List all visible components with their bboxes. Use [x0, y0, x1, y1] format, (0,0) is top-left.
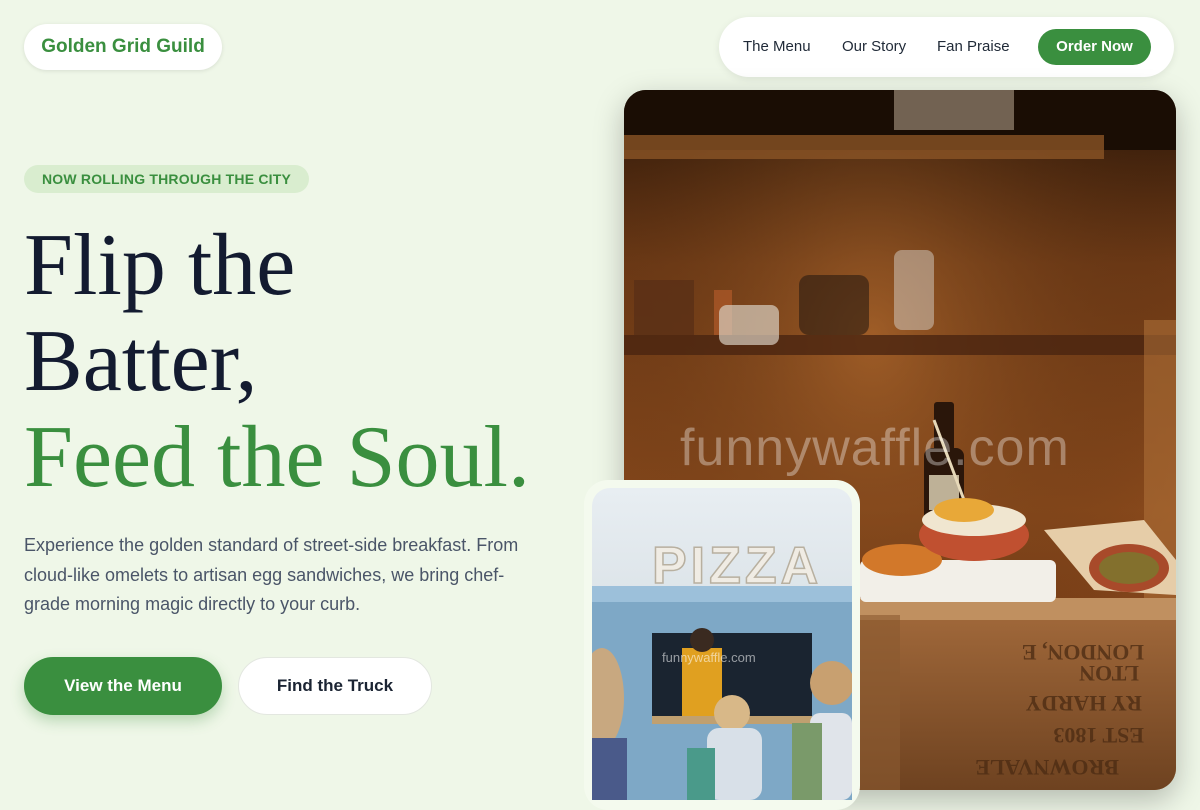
status-badge: NOW ROLLING THROUGH THE CITY: [24, 165, 309, 193]
crate-text-3: RY HARDY: [1026, 691, 1142, 716]
top-navigation: The Menu Our Story Fan Praise Order Now: [719, 17, 1174, 77]
hero-headline: Flip the Batter, Feed the Soul.: [24, 218, 604, 506]
brand-logo[interactable]: Golden Grid Guild: [24, 24, 222, 70]
crate-text-4: EST 1803: [1053, 723, 1144, 748]
truck-photo-watermark: funnywaffle.com: [662, 650, 756, 665]
crate-text-2: LTON: [1079, 661, 1139, 686]
order-now-button[interactable]: Order Now: [1038, 29, 1151, 65]
truck-scene-illustration: PIZZA: [592, 488, 852, 800]
nav-link-story[interactable]: Our Story: [842, 17, 906, 77]
view-menu-button[interactable]: View the Menu: [24, 657, 222, 715]
main-photo-watermark: funnywaffle.com: [680, 419, 1070, 477]
find-truck-button[interactable]: Find the Truck: [238, 657, 432, 715]
crate-text-5: BROWNVALE: [975, 755, 1119, 780]
headline-line-2: Batter,: [24, 313, 258, 410]
headline-line-1: Flip the: [24, 217, 296, 314]
truck-sign-text: PIZZA: [652, 537, 822, 595]
nav-link-praise[interactable]: Fan Praise: [937, 17, 1010, 77]
nav-link-menu[interactable]: The Menu: [743, 17, 811, 77]
headline-line-3: Feed the Soul.: [24, 409, 530, 506]
hero-description: Experience the golden standard of street…: [24, 535, 519, 614]
food-truck-photo: PIZZA: [592, 488, 852, 800]
